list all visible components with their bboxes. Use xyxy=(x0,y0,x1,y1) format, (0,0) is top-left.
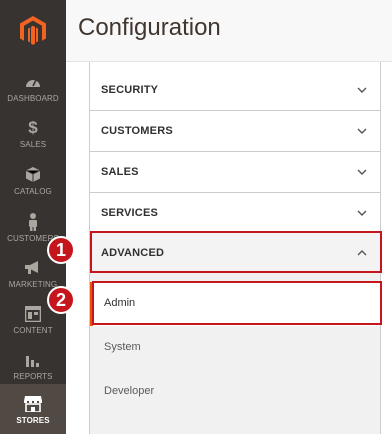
sidebar-item-stores[interactable]: STORES xyxy=(0,384,66,434)
sidebar-item-label: STORES xyxy=(16,415,50,425)
callout-number-one: 1 xyxy=(47,236,75,264)
sidebar-item-label: CATALOG xyxy=(14,186,52,196)
submenu-item-label: System xyxy=(104,341,141,353)
submenu-item-system[interactable]: System xyxy=(90,326,380,370)
magento-logo[interactable] xyxy=(0,0,66,62)
sidebar-item-reports[interactable]: REPORTS xyxy=(0,340,66,390)
submenu-item-developer[interactable]: Developer xyxy=(90,370,380,414)
dollar-icon: $ xyxy=(28,117,38,137)
bar-chart-icon xyxy=(25,350,41,370)
sidebar-item-sales[interactable]: $ SALES xyxy=(0,108,66,158)
chevron-up-icon xyxy=(357,250,367,256)
tab-customers[interactable]: CUSTOMERS xyxy=(90,111,380,152)
megaphone-icon xyxy=(24,258,42,278)
magento-logo-icon xyxy=(20,16,46,45)
tab-label: SERVICES xyxy=(101,207,159,219)
submenu-item-label: Admin xyxy=(104,297,136,309)
tab-security[interactable]: SECURITY xyxy=(90,70,380,111)
tab-services[interactable]: SERVICES xyxy=(90,193,380,234)
config-tabs-panel: SECURITY CUSTOMERS SALES SERVICES ADVANC… xyxy=(89,62,381,434)
storefront-icon xyxy=(24,394,42,414)
tab-sales[interactable]: SALES xyxy=(90,152,380,193)
tab-label: CUSTOMERS xyxy=(101,125,173,137)
speedometer-icon xyxy=(25,72,41,92)
sidebar-item-dashboard[interactable]: DASHBOARD xyxy=(0,62,66,112)
cube-icon xyxy=(26,165,40,185)
submenu-item-admin[interactable]: Admin xyxy=(90,282,380,326)
sidebar-item-label: MARKETING xyxy=(8,279,58,289)
chevron-down-icon xyxy=(357,210,367,216)
sidebar-item-label: SALES xyxy=(19,139,47,149)
sidebar-item-label: CONTENT xyxy=(13,325,53,335)
page-header: Configuration xyxy=(66,0,392,62)
person-icon xyxy=(27,212,39,232)
sidebar-item-label: DASHBOARD xyxy=(7,93,59,103)
sidebar-item-catalog[interactable]: CATALOG xyxy=(0,155,66,205)
tab-label: SALES xyxy=(101,166,139,178)
tab-label: SECURITY xyxy=(101,84,159,96)
chevron-down-icon xyxy=(357,169,367,175)
config-content: SECURITY CUSTOMERS SALES SERVICES ADVANC… xyxy=(66,62,392,434)
active-indicator xyxy=(90,282,93,326)
sidebar-item-label: REPORTS xyxy=(13,371,53,381)
submenu-item-label: Developer xyxy=(104,385,155,397)
chevron-down-icon xyxy=(357,87,367,93)
advanced-submenu: Admin System Developer xyxy=(90,270,380,434)
callout-number-two: 2 xyxy=(47,286,75,314)
page-title: Configuration xyxy=(78,14,221,41)
chevron-down-icon xyxy=(357,128,367,134)
admin-sidebar: DASHBOARD $ SALES CATALOG CUSTOMERS MARK… xyxy=(0,0,66,434)
tab-label: ADVANCED xyxy=(101,247,165,259)
tab-advanced[interactable]: ADVANCED xyxy=(90,233,380,274)
layout-icon xyxy=(25,304,41,324)
